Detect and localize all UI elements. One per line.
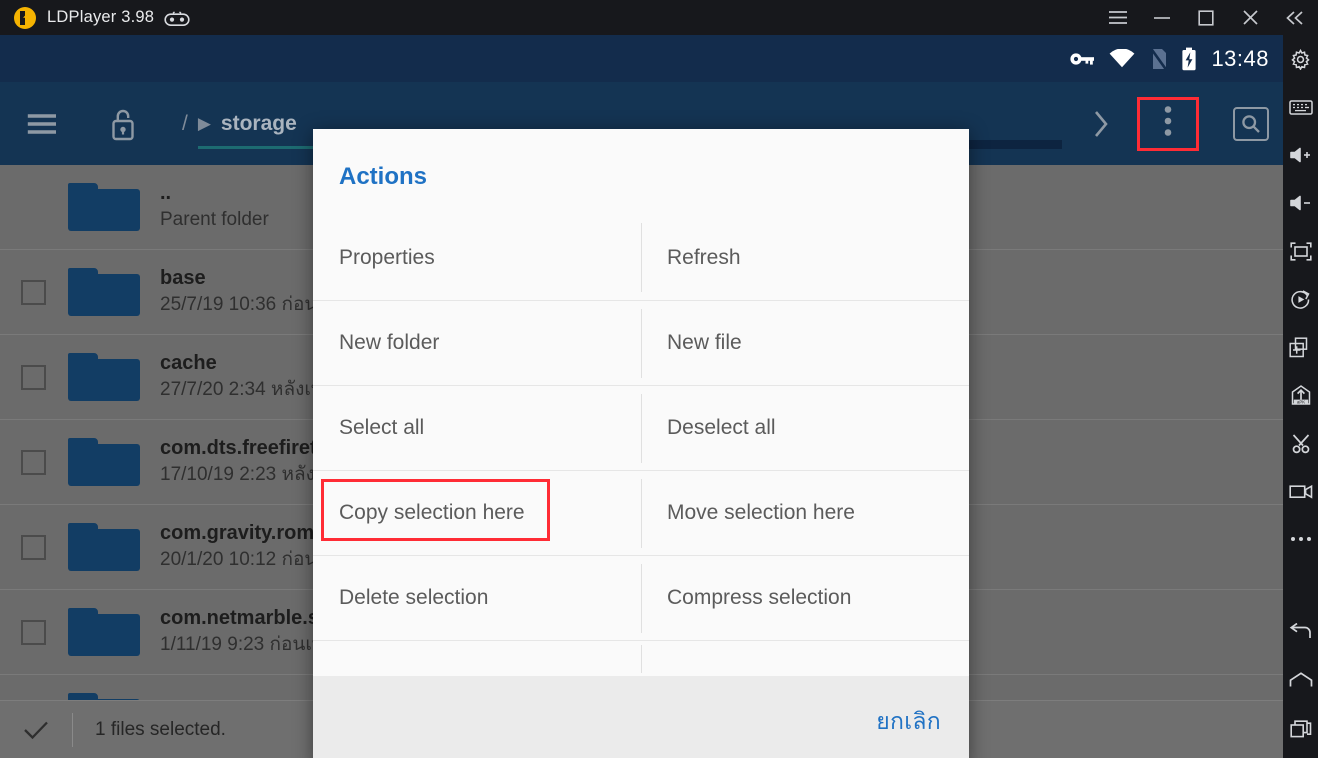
dialog-action-label: Delete selection — [313, 586, 488, 610]
cancel-button[interactable]: ยกเลิก — [876, 704, 941, 740]
dialog-row: New folder New file — [313, 300, 969, 385]
home-icon[interactable] — [1283, 656, 1318, 704]
dialog-action-grid: Properties Refresh New folder New file — [313, 215, 969, 676]
dialog-action-label: New file — [641, 331, 742, 355]
recents-icon[interactable] — [1283, 704, 1318, 752]
dialog-action-select-all[interactable]: Select all — [313, 386, 641, 470]
collapse-sidebar-button[interactable] — [1272, 0, 1318, 35]
dialog-footer: ยกเลิก — [313, 676, 969, 758]
emulator-side-panel: aPK — [1283, 35, 1318, 758]
window-title: LDPlayer 3.98 — [47, 8, 154, 27]
keyboard-icon[interactable] — [1283, 83, 1318, 131]
dialog-action-deselect-all[interactable]: Deselect all — [641, 386, 969, 470]
dialog-action-label: Copy selection here — [313, 501, 525, 525]
dialog-action-compress-selection[interactable]: Compress selection — [641, 556, 969, 640]
dialog-action-refresh[interactable]: Refresh — [641, 215, 969, 300]
ldplayer-logo-icon — [14, 7, 36, 29]
dialog-row-partial — [313, 640, 969, 676]
window-title-bar: LDPlayer 3.98 — [0, 0, 1318, 35]
back-arrow-icon[interactable] — [1283, 608, 1318, 656]
dialog-action-properties[interactable]: Properties — [313, 215, 641, 300]
dialog-row: Select all Deselect all — [313, 385, 969, 470]
volume-down-icon[interactable] — [1283, 179, 1318, 227]
minimize-button[interactable] — [1140, 0, 1184, 35]
svg-text:aPK: aPK — [1296, 399, 1304, 404]
close-button[interactable] — [1228, 0, 1272, 35]
dialog-action-hidden-left[interactable] — [313, 641, 641, 676]
dialog-row: Copy selection here Move selection here — [313, 470, 969, 555]
dialog-row: Properties Refresh — [313, 215, 969, 300]
rotate-play-icon[interactable] — [1283, 275, 1318, 323]
video-record-icon[interactable] — [1283, 467, 1318, 515]
fullscreen-icon[interactable] — [1283, 227, 1318, 275]
dialog-action-new-folder[interactable]: New folder — [313, 301, 641, 385]
dialog-action-label: Move selection here — [641, 501, 855, 525]
dialog-action-copy-selection-here[interactable]: Copy selection here — [313, 471, 641, 555]
volume-up-icon[interactable] — [1283, 131, 1318, 179]
menu-button[interactable] — [1096, 0, 1140, 35]
emulator-screen: 13:48 / ▶ st — [0, 35, 1283, 758]
gamepad-icon — [164, 11, 188, 25]
dialog-row: Delete selection Compress selection — [313, 555, 969, 640]
dialog-action-hidden-right[interactable] — [641, 641, 969, 676]
dialog-action-delete-selection[interactable]: Delete selection — [313, 556, 641, 640]
dialog-action-label: Select all — [313, 416, 424, 440]
settings-gear-icon[interactable] — [1283, 35, 1318, 83]
dialog-action-label: Deselect all — [641, 416, 776, 440]
dialog-action-label: Refresh — [641, 246, 741, 270]
dialog-action-label: Properties — [313, 246, 435, 270]
dialog-action-new-file[interactable]: New file — [641, 301, 969, 385]
dialog-action-label: New folder — [313, 331, 439, 355]
dialog-action-move-selection-here[interactable]: Move selection here — [641, 471, 969, 555]
install-apk-icon[interactable]: aPK — [1283, 371, 1318, 419]
actions-dialog: Actions Properties Refresh New folder — [313, 129, 969, 758]
multi-instance-add-icon[interactable] — [1283, 323, 1318, 371]
dialog-title: Actions — [313, 129, 969, 191]
scissors-screenshot-icon[interactable] — [1283, 419, 1318, 467]
more-dots-icon[interactable] — [1283, 515, 1318, 563]
maximize-button[interactable] — [1184, 0, 1228, 35]
app-root: LDPlayer 3.98 — [0, 0, 1318, 758]
dialog-action-label: Compress selection — [641, 586, 851, 610]
